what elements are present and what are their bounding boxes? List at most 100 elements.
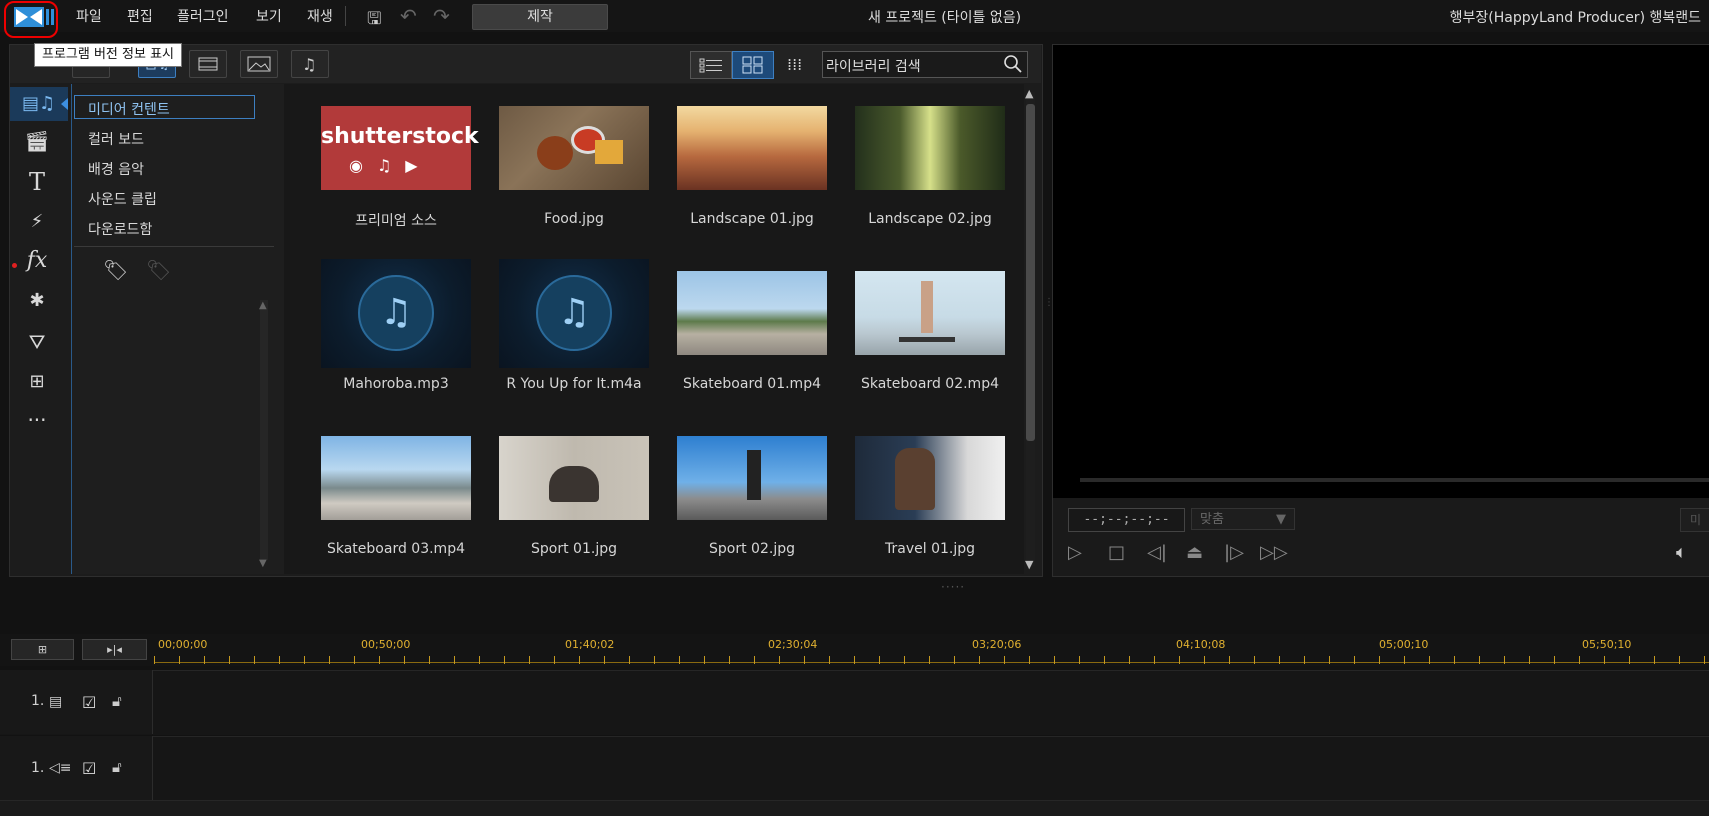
media-caption: Landscape 02.jpg xyxy=(868,211,992,227)
media-thumb-skateboard-03[interactable] xyxy=(321,436,471,520)
play-icon[interactable]: ▷ xyxy=(1068,542,1082,563)
media-thumb-landscape-02[interactable] xyxy=(855,106,1005,190)
ruler-tick-label: 05;00;10 xyxy=(1379,638,1429,651)
thumbnail-view-button[interactable] xyxy=(732,51,774,79)
svg-text:♫: ♫ xyxy=(302,55,316,74)
version-info-tooltip: 프로그램 버전 정보 표시 xyxy=(34,43,182,67)
stop-icon[interactable]: □ xyxy=(1108,542,1125,563)
media-thumb-food[interactable] xyxy=(499,106,649,190)
audio-track[interactable] xyxy=(0,736,1709,801)
ruler-tick-label: 02;30;04 xyxy=(768,638,818,651)
menu-edit[interactable]: 편집 xyxy=(127,6,153,26)
timecode-display[interactable]: --;--;--;-- xyxy=(1068,508,1185,532)
add-tag-icon[interactable]: 🏷︎ xyxy=(103,258,128,282)
track-manager-button[interactable]: ⊞ xyxy=(11,639,74,660)
category-color-board[interactable]: 컬러 보드 xyxy=(88,129,144,149)
media-thumb-landscape-01[interactable] xyxy=(677,106,827,190)
media-room-icon[interactable]: ▤♫ xyxy=(22,90,55,118)
fit-timeline-button[interactable]: ▸|◂ xyxy=(82,639,147,660)
menu-file[interactable]: 파일 xyxy=(76,6,102,26)
menu-plugins[interactable]: 플러그인 xyxy=(177,6,229,26)
sort-icon[interactable]: ⁞⁞⁞ xyxy=(787,55,802,74)
next-frame-icon[interactable]: |▷ xyxy=(1224,542,1244,563)
ruler-tick-label: 03;20;06 xyxy=(972,638,1022,651)
scroll-up-icon[interactable]: ▲ xyxy=(1025,87,1033,100)
video-filter-button[interactable] xyxy=(189,50,227,78)
ruler-tick-label: 05;50;10 xyxy=(1582,638,1632,651)
scroll-up-icon[interactable]: ▲ xyxy=(259,300,267,311)
media-caption: Skateboard 02.mp4 xyxy=(860,376,999,392)
preview-progress-track[interactable] xyxy=(1080,478,1709,482)
ruler-tick-label: 01;40;02 xyxy=(565,638,615,651)
menu-view[interactable]: 보기 xyxy=(256,6,282,26)
media-caption: Travel 01.jpg xyxy=(885,541,975,557)
effect-room-icon[interactable]: fx xyxy=(22,247,52,275)
zoom-fit-label: 맞춤 xyxy=(1200,512,1224,527)
save-icon[interactable]: 🖫 xyxy=(367,6,381,35)
media-thumb-sport-01[interactable] xyxy=(499,436,649,520)
media-scrollbar-thumb[interactable] xyxy=(1026,104,1035,441)
media-thumb-r-you-up[interactable]: ♫ xyxy=(499,259,649,368)
scroll-down-icon[interactable]: ▼ xyxy=(1025,558,1033,571)
ruler-tick-label: 04;10;08 xyxy=(1176,638,1226,651)
track-enable-checkbox[interactable]: ☑ xyxy=(82,693,96,712)
audio-track-header xyxy=(0,736,153,800)
shutterstock-media-icons: ◉♫▶ xyxy=(349,156,432,175)
preview-mode-button[interactable]: 미 xyxy=(1680,508,1709,532)
category-media-content[interactable]: 미디어 컨텐트 xyxy=(88,99,170,119)
category-downloads[interactable]: 다운로드함 xyxy=(88,219,152,239)
zoom-fit-dropdown[interactable]: 맞춤 ▼ xyxy=(1191,508,1295,530)
media-thumb-shutterstock[interactable]: shutterstock ◉♫▶ xyxy=(321,106,479,190)
media-thumb-travel-01[interactable] xyxy=(855,436,1005,520)
category-background-music[interactable]: 배경 음악 xyxy=(88,159,144,179)
search-icon[interactable] xyxy=(1003,54,1023,78)
lock-icon[interactable]: 🔓︎ xyxy=(112,758,122,776)
project-title: 새 프로젝트 (타이틀 없음) xyxy=(868,10,1022,26)
title-room-icon[interactable]: T xyxy=(22,168,52,196)
user-label: 행부장(HappyLand Producer) 행복랜드 xyxy=(1449,10,1701,26)
more-rooms-icon[interactable]: ··· xyxy=(22,410,52,438)
video-track-header xyxy=(0,670,153,734)
category-sound-clips[interactable]: 사운드 클립 xyxy=(88,189,157,209)
timeline-bottom-bar xyxy=(0,800,1709,816)
video-track[interactable] xyxy=(0,670,1709,735)
music-note-icon: ♫ xyxy=(536,275,612,351)
details-view-button[interactable] xyxy=(690,51,732,79)
panel-splitter[interactable]: ⋮ xyxy=(1044,298,1054,308)
media-thumb-mahoroba[interactable]: ♫ xyxy=(321,259,471,368)
previous-frame-icon[interactable]: ◁| xyxy=(1147,542,1167,563)
media-thumb-sport-02[interactable] xyxy=(677,436,827,520)
volume-icon[interactable]: 🔈︎ xyxy=(1676,542,1687,563)
media-caption: R You Up for It.m4a xyxy=(506,376,642,392)
media-thumb-skateboard-01[interactable] xyxy=(677,271,827,355)
media-thumb-skateboard-02[interactable] xyxy=(855,271,1005,355)
timeline-tick-marks xyxy=(154,656,1709,664)
new-content-dot xyxy=(12,263,17,268)
scroll-down-icon[interactable]: ▼ xyxy=(259,558,267,569)
media-caption: Landscape 01.jpg xyxy=(690,211,814,227)
image-filter-button[interactable] xyxy=(240,50,278,78)
template-room-icon[interactable]: 🎬︎ xyxy=(22,127,52,155)
fast-forward-icon[interactable]: ▷▷ xyxy=(1260,542,1288,563)
transition-room-icon[interactable]: ⚡︎ xyxy=(22,208,52,236)
highlight-ring xyxy=(4,1,58,38)
produce-button[interactable]: 제작 xyxy=(472,4,608,30)
undo-icon[interactable]: ↶ xyxy=(400,4,417,28)
music-note-icon: ♫ xyxy=(358,275,434,351)
track-enable-checkbox[interactable]: ☑ xyxy=(82,759,96,778)
speaker-icon: ◁≡ xyxy=(49,760,72,776)
category-scrollbar[interactable] xyxy=(260,300,268,560)
lock-icon[interactable]: 🔓︎ xyxy=(112,692,122,710)
particle-room-icon[interactable]: ⛛ xyxy=(22,328,52,356)
redo-icon[interactable]: ↷ xyxy=(433,4,450,28)
audio-filter-button[interactable]: ♫ xyxy=(291,50,329,78)
subtitle-room-icon[interactable]: ⊞ xyxy=(22,368,52,396)
category-list xyxy=(71,84,284,574)
menu-playback[interactable]: 재생 xyxy=(307,6,333,26)
snapshot-icon[interactable]: ⏏ xyxy=(1186,542,1203,563)
pip-room-icon[interactable]: ✱ xyxy=(22,287,52,315)
media-caption: Sport 02.jpg xyxy=(709,541,795,557)
remove-tag-icon[interactable]: 🏷︎ xyxy=(146,258,171,282)
menu-divider xyxy=(345,6,346,26)
resize-grip-icon[interactable]: ····· xyxy=(941,580,965,594)
